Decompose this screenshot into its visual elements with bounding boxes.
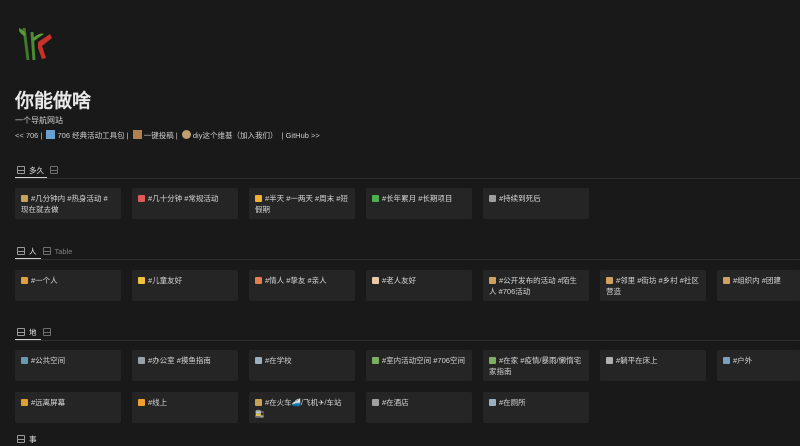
card-place[interactable]: #办公室 #摸鱼指南: [132, 350, 238, 381]
toilet-icon: [489, 399, 496, 406]
card-place[interactable]: #在家 #疫情/暴雨/懒惰宅家指南: [483, 350, 589, 381]
gallery-icon: [17, 166, 25, 174]
card-people[interactable]: #老人友好: [366, 270, 472, 301]
tab-people-gallery[interactable]: 人: [15, 244, 41, 258]
toolkit-link[interactable]: 706 经典活动工具包 |: [57, 131, 128, 140]
walking-person-icon: [21, 277, 28, 284]
tab-next-gallery[interactable]: 事: [15, 432, 41, 446]
tree-icon: [723, 357, 730, 364]
github-link[interactable]: | GitHub >>: [282, 131, 320, 140]
back-link[interactable]: << 706 |: [15, 131, 42, 140]
bamboo-logo-icon: [18, 27, 52, 61]
card-people[interactable]: #组织内 #团建: [717, 270, 800, 301]
toolkit-icon: [46, 130, 56, 139]
tabs-people: 人 Table: [15, 244, 76, 258]
table-icon: [50, 166, 58, 174]
page-subtitle: 一个导航网站: [15, 116, 63, 125]
diy-link[interactable]: diy这个维基（加入我们）: [193, 131, 278, 140]
gallery-icon: [17, 247, 25, 255]
tabs-next-section: 事: [15, 432, 41, 446]
people-icon: [606, 277, 613, 284]
headstone-icon: [489, 195, 496, 202]
bench-icon: [21, 357, 28, 364]
table-icon: [42, 247, 51, 255]
diy-icon: [181, 130, 191, 139]
submit-link[interactable]: 一键投稿 |: [144, 131, 178, 140]
divider: [15, 259, 800, 260]
gallery-icon: [17, 435, 25, 443]
card-place[interactable]: #公共空间: [15, 350, 121, 381]
alarm-clock-icon: [138, 195, 145, 202]
divider: [15, 340, 800, 341]
tab-duration-table[interactable]: [48, 163, 66, 177]
hourglass-icon: [255, 399, 262, 406]
submit-icon: [132, 130, 142, 139]
tabs-place: 地: [15, 325, 59, 339]
table-icon: [42, 328, 51, 336]
people-icon: [489, 277, 496, 284]
book-icon: [21, 399, 28, 406]
computer-icon: [138, 399, 145, 406]
tabs-duration: 多久: [15, 163, 66, 177]
card-place[interactable]: #室内活动空间 #706空间: [366, 350, 472, 381]
tab-people-table[interactable]: Table: [41, 244, 77, 258]
hotel-icon: [372, 399, 379, 406]
card-place[interactable]: #躺平在床上: [600, 350, 706, 381]
card-place[interactable]: #在火车🚄/飞机✈/车站🚉: [249, 392, 355, 423]
plant-icon: [372, 357, 379, 364]
card-duration[interactable]: #几分钟内 #热身活动 #现在就去做: [15, 188, 121, 219]
people-icon: [723, 277, 730, 284]
tab-duration-gallery[interactable]: 多久: [15, 163, 48, 177]
sun-icon: [255, 195, 262, 202]
nav-links: << 706 | 706 经典活动工具包 | 一键投稿 | diy这个维基（加入…: [15, 130, 322, 141]
card-duration[interactable]: #长年累月 #长期项目: [366, 188, 472, 219]
gallery-icon: [17, 328, 25, 336]
office-icon: [138, 357, 145, 364]
card-people[interactable]: #公开发布的活动 #陌生人 #706活动: [483, 270, 589, 301]
card-duration[interactable]: #几十分钟 #常规活动: [132, 188, 238, 219]
elder-icon: [372, 277, 379, 284]
hourglass-icon: [21, 195, 28, 202]
school-icon: [255, 357, 262, 364]
bed-icon: [606, 357, 613, 364]
card-people[interactable]: #儿童友好: [132, 270, 238, 301]
card-duration[interactable]: #半天 #一两天 #周末 #短假期: [249, 188, 355, 219]
card-place[interactable]: #线上: [132, 392, 238, 423]
divider: [15, 178, 800, 179]
card-place[interactable]: #在学校: [249, 350, 355, 381]
tab-place-gallery[interactable]: 地: [15, 325, 41, 339]
tree-icon: [372, 195, 379, 202]
couple-icon: [255, 277, 262, 284]
card-place[interactable]: #在厕所: [483, 392, 589, 423]
card-place[interactable]: #远离屏幕: [15, 392, 121, 423]
card-duration[interactable]: #持续到死后: [483, 188, 589, 219]
card-place[interactable]: #在酒店: [366, 392, 472, 423]
page-title: 你能做啥: [15, 91, 92, 112]
balloon-icon: [138, 277, 145, 284]
card-people[interactable]: #邻里 #街坊 #乡村 #社区营造: [600, 270, 706, 301]
card-people[interactable]: #情人 #挚友 #亲人: [249, 270, 355, 301]
tab-place-table[interactable]: [41, 325, 59, 339]
card-people[interactable]: #一个人: [15, 270, 121, 301]
card-place[interactable]: #户外: [717, 350, 800, 381]
plant-icon: [489, 357, 496, 364]
